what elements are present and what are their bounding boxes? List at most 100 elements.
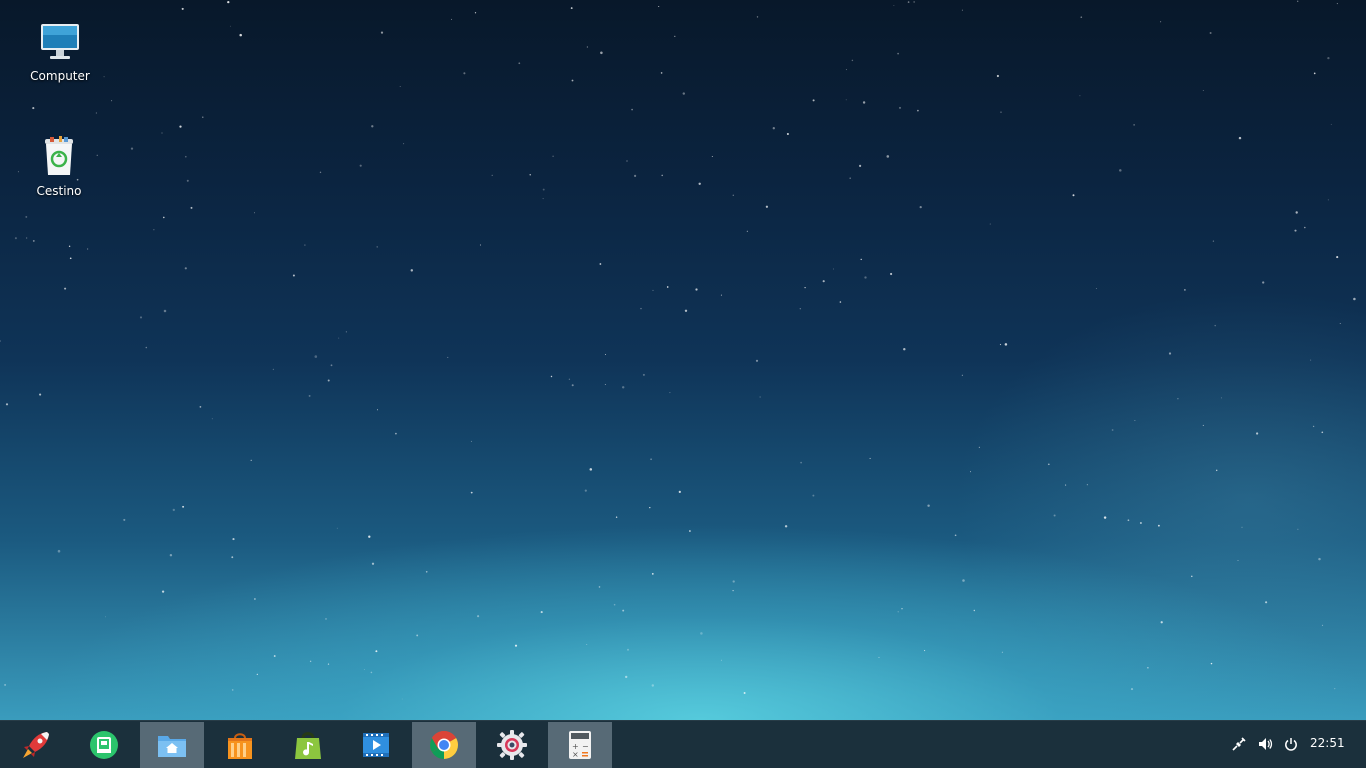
star — [651, 684, 655, 687]
star — [104, 616, 106, 618]
star — [1318, 557, 1321, 561]
star — [451, 18, 453, 20]
dock-item-settings[interactable] — [480, 722, 544, 768]
star — [1327, 199, 1329, 201]
dock-item-music-player[interactable] — [276, 722, 340, 768]
star — [1330, 123, 1332, 125]
star — [161, 132, 163, 134]
star — [179, 125, 182, 128]
star — [425, 570, 428, 573]
star — [416, 634, 419, 637]
svg-text:×: × — [572, 750, 579, 759]
tray-power[interactable] — [1282, 735, 1300, 753]
star — [1295, 211, 1298, 214]
star — [1255, 432, 1259, 435]
desktop-background[interactable]: Computer Cestino — [0, 0, 1366, 720]
star — [273, 655, 276, 657]
star — [182, 505, 185, 508]
star — [584, 489, 587, 492]
star — [1177, 398, 1179, 400]
star — [765, 205, 769, 208]
star — [1202, 90, 1204, 91]
star — [327, 663, 330, 665]
star — [250, 459, 252, 461]
trash-icon — [45, 136, 73, 175]
star — [375, 650, 378, 653]
star — [95, 112, 97, 114]
star — [666, 286, 669, 288]
star — [759, 396, 761, 398]
star — [652, 289, 654, 291]
dock-item-file-manager[interactable] — [140, 722, 204, 768]
star — [14, 237, 17, 240]
dock-item-calculator[interactable]: + − × — [548, 722, 612, 768]
star — [1001, 651, 1003, 653]
star — [661, 174, 663, 177]
star — [518, 62, 521, 65]
star — [1047, 463, 1050, 466]
dock-item-chrome[interactable] — [412, 722, 476, 768]
star — [163, 216, 165, 219]
volume-icon — [1259, 738, 1273, 750]
star — [571, 79, 574, 82]
star — [627, 648, 629, 651]
star — [626, 160, 628, 162]
star — [1119, 169, 1122, 172]
desktop-icon-trash[interactable]: Cestino — [9, 135, 109, 198]
star — [26, 237, 28, 239]
dock-item-video-player[interactable] — [344, 722, 408, 768]
star — [4, 683, 7, 686]
star — [839, 301, 842, 303]
star — [395, 432, 397, 435]
star — [999, 343, 1002, 346]
star — [1168, 352, 1172, 355]
star — [186, 179, 189, 182]
tray-network[interactable] — [1230, 735, 1248, 753]
star — [64, 287, 67, 290]
star — [184, 267, 187, 270]
star — [463, 72, 466, 75]
star — [345, 331, 347, 333]
rocket-icon — [23, 732, 49, 758]
star — [784, 525, 788, 528]
star — [640, 307, 642, 310]
star — [961, 374, 963, 376]
clock[interactable]: 22:51 — [1310, 736, 1345, 750]
star — [1086, 484, 1088, 486]
star — [370, 671, 373, 674]
star — [1134, 420, 1136, 421]
shopping-bag-icon — [228, 733, 252, 759]
star — [163, 309, 167, 313]
star — [1321, 431, 1324, 434]
star — [812, 494, 815, 497]
star — [1111, 429, 1114, 431]
star — [568, 378, 571, 380]
star — [589, 468, 593, 471]
star — [491, 174, 493, 177]
computer-icon — [41, 24, 79, 59]
video-icon — [363, 733, 389, 757]
star — [359, 164, 362, 167]
star — [39, 393, 42, 396]
dock-item-app-store[interactable] — [208, 722, 272, 768]
star — [600, 51, 603, 55]
tray-volume[interactable] — [1256, 735, 1274, 753]
star — [615, 516, 618, 518]
star — [371, 562, 375, 565]
star — [363, 669, 365, 670]
star — [688, 530, 691, 532]
star — [330, 364, 333, 367]
star — [698, 182, 701, 185]
dock-item-launcher[interactable] — [4, 722, 68, 768]
desktop-icon-label: Cestino — [36, 184, 82, 198]
star — [32, 239, 35, 242]
star — [231, 556, 234, 559]
star — [1209, 32, 1212, 34]
star — [1004, 343, 1008, 346]
dock-item-green-app[interactable] — [72, 722, 136, 768]
desktop-icon-computer[interactable]: Computer — [10, 20, 110, 83]
star — [631, 108, 633, 111]
star — [571, 384, 574, 387]
star — [1130, 688, 1134, 691]
star — [970, 471, 972, 473]
